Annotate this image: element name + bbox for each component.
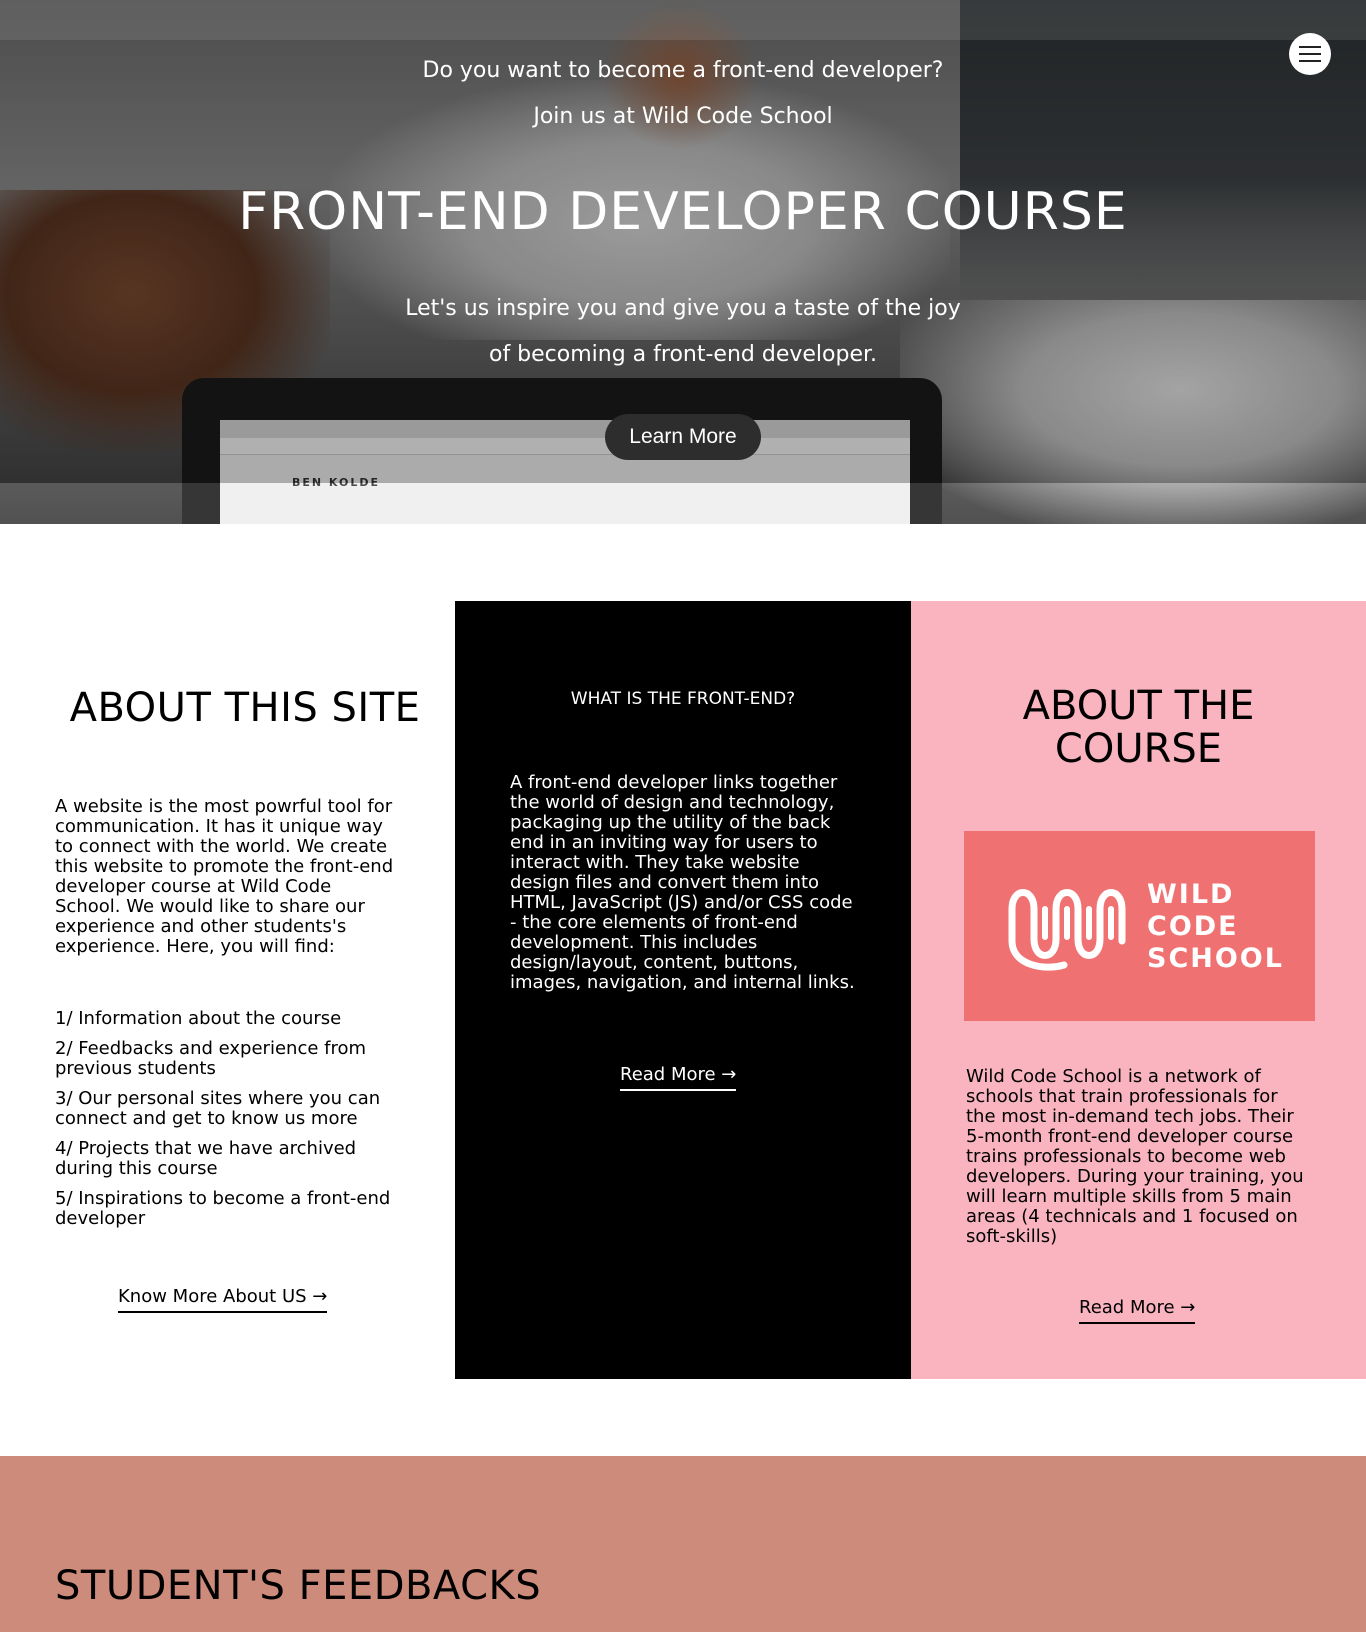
hero-intro-question: Do you want to become a front-end develo… [422,58,944,83]
student-feedback-section: STUDENT'S FEEDBACKS [0,1456,1366,1632]
logo-word: WILD [1147,879,1235,910]
learn-more-button[interactable]: Learn More [605,414,761,460]
list-item: 5/ Inspirations to become a front-end de… [55,1188,391,1229]
wild-code-school-logo-icon [1008,889,1126,971]
list-item: 1/ Information about the course [55,1008,342,1029]
hero-subtitle-line2: of becoming a front-end developer. [488,342,878,367]
hamburger-icon-line [1299,60,1321,62]
logo-word: CODE [1147,911,1239,942]
front-end-read-more-link[interactable]: Read More → [620,1064,737,1091]
about-course-read-more-link[interactable]: Read More → [1079,1297,1196,1324]
hero-section: BEN KOLDE Do you want to become a front-… [0,0,1366,524]
hero-intro-invite: Join us at Wild Code School [533,104,833,129]
about-course-heading: ABOUT THE COURSE [911,685,1366,771]
logo-wordmark: WILD CODE SCHOOL [1147,879,1284,975]
hero-bottom-band [0,483,1366,524]
about-course-column: ABOUT THE COURSE WILD CODE SCHOOL Wild C… [911,601,1366,1379]
hero-subtitle-line1: Let's us inspire you and give you a tast… [405,296,961,321]
front-end-column: WHAT IS THE FRONT-END? A front-end devel… [455,601,911,1379]
list-item: 4/ Projects that we have archived during… [55,1138,357,1179]
about-course-paragraph: Wild Code School is a network of schools… [966,1066,1304,1247]
list-item: 2/ Feedbacks and experience from previou… [55,1038,367,1079]
wild-code-school-logo: WILD CODE SCHOOL [964,831,1315,1021]
front-end-heading: WHAT IS THE FRONT-END? [570,689,796,709]
front-end-paragraph: A front-end developer links together the… [510,772,855,993]
about-site-heading: ABOUT THIS SITE [69,685,421,731]
about-course-heading-line2: COURSE [1054,726,1223,772]
about-site-list: 1/ Information about the course 2/ Feedb… [55,1009,400,1239]
logo-word: SCHOOL [1147,943,1284,974]
hamburger-icon-line [1299,53,1321,55]
about-course-heading-line1: ABOUT THE [1022,683,1255,729]
about-site-paragraph: A website is the most powrful tool for c… [55,796,394,957]
know-more-about-us-link[interactable]: Know More About US → [118,1286,328,1313]
list-item: 3/ Our personal sites where you can conn… [55,1088,381,1129]
student-feedback-heading: STUDENT'S FEEDBACKS [55,1563,542,1609]
hamburger-icon [1299,46,1321,48]
hamburger-menu-button[interactable] [1289,33,1331,75]
page-title: FRONT-END DEVELOPER COURSE [238,182,1128,242]
hero-top-band [0,0,1366,40]
about-site-column: ABOUT THIS SITE A website is the most po… [0,601,455,1379]
